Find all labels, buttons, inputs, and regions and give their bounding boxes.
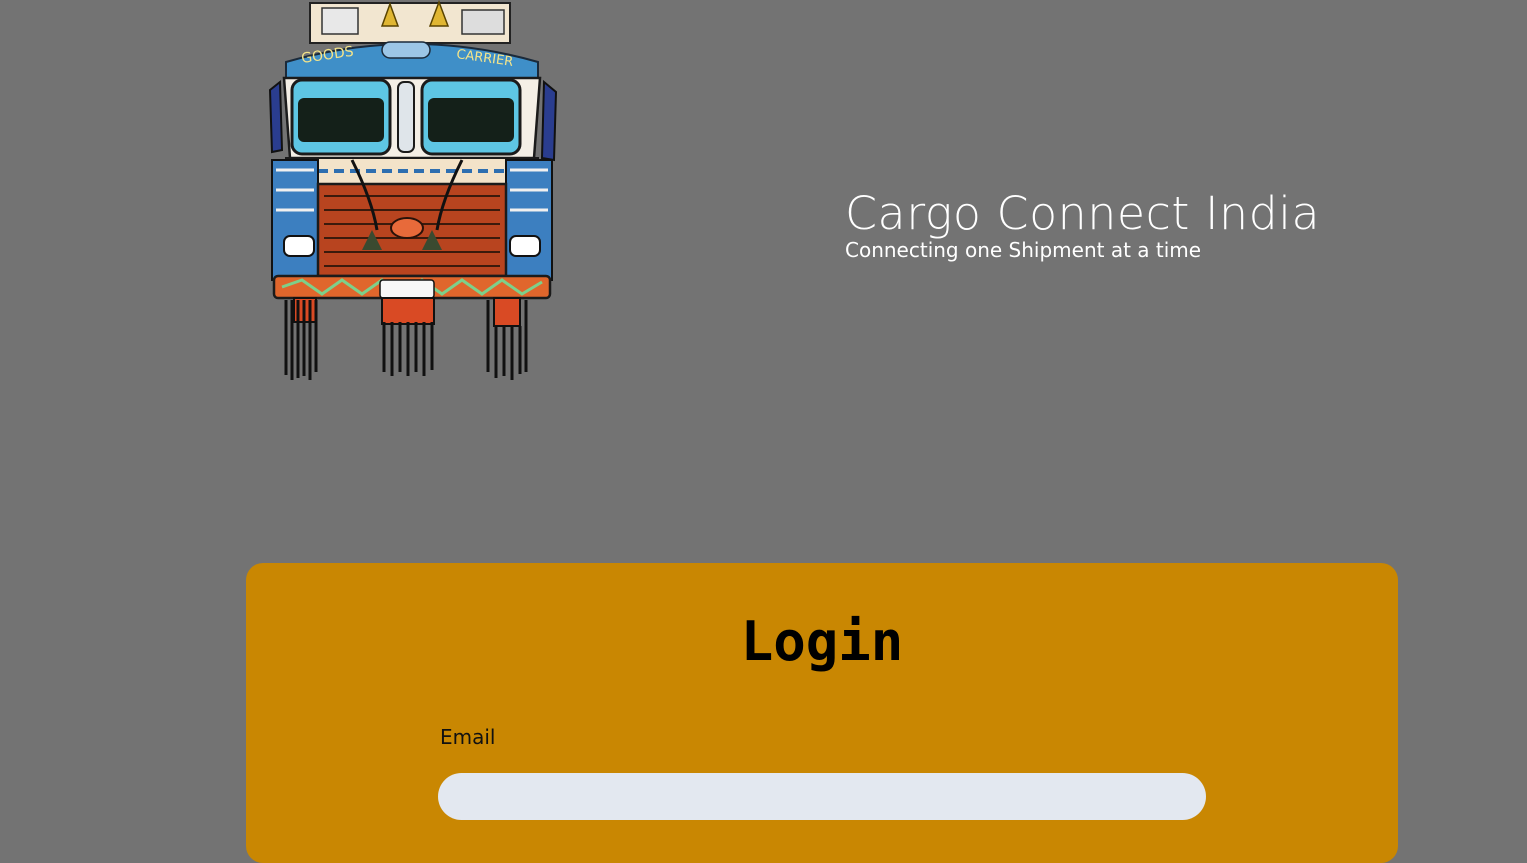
email-label: Email bbox=[440, 725, 496, 749]
email-input[interactable] bbox=[438, 773, 1206, 820]
truck-illustration: GOODS CARRIER bbox=[268, 0, 558, 380]
login-card: Login Email bbox=[246, 563, 1398, 863]
brand-header: Cargo Connect India Connecting one Shipm… bbox=[845, 188, 1320, 263]
site-title: Cargo Connect India bbox=[845, 187, 1321, 240]
login-heading: Login bbox=[740, 610, 904, 673]
site-tagline: Connecting one Shipment at a time bbox=[845, 238, 1202, 262]
